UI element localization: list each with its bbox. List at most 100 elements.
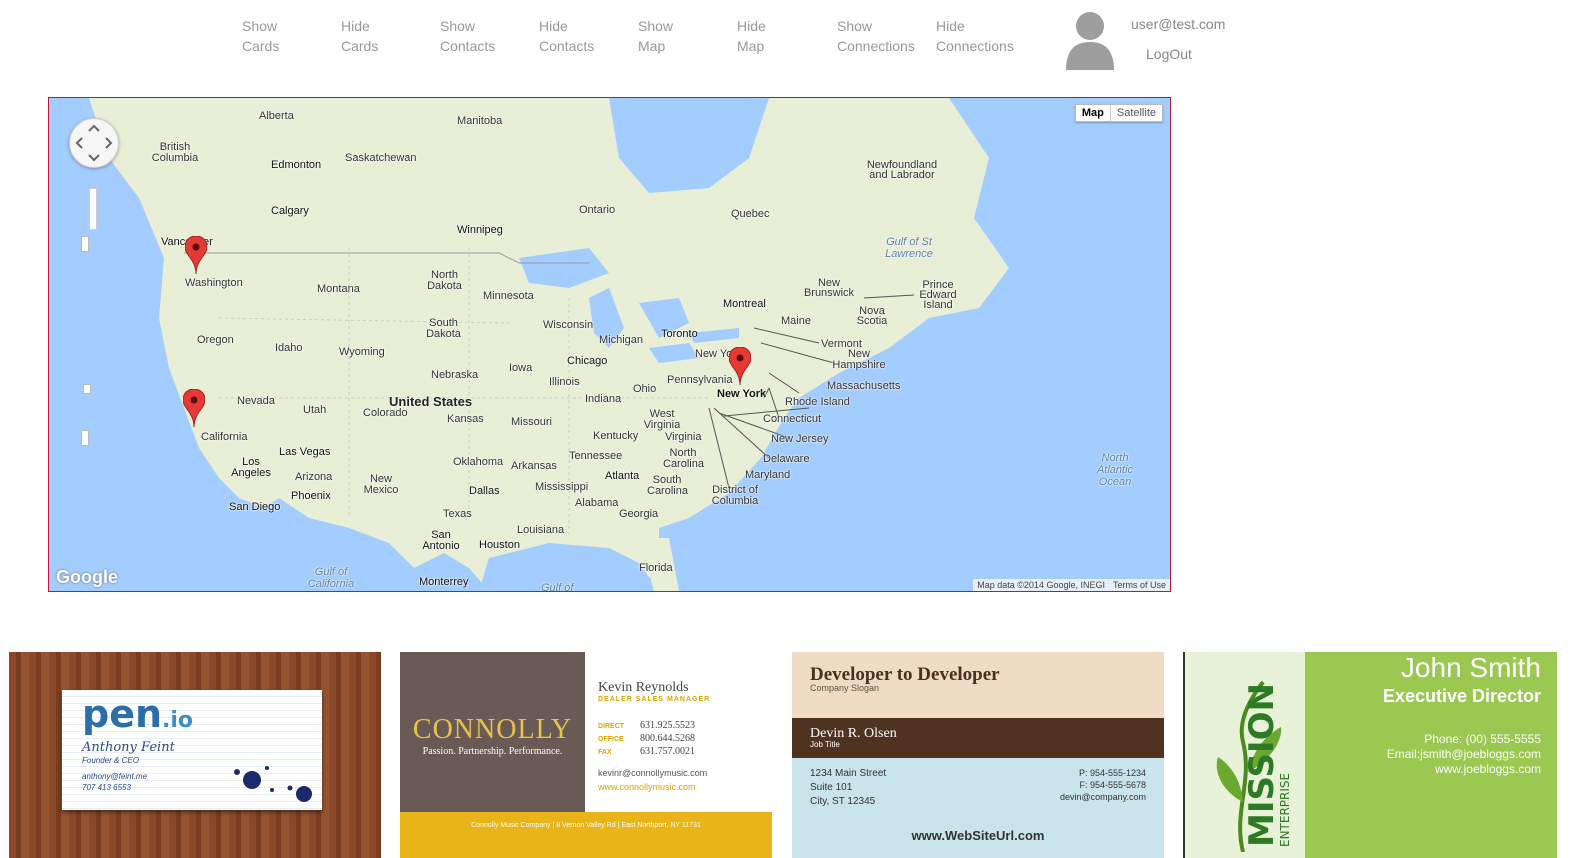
map-label: Nevada	[237, 395, 275, 407]
nav-line: Hide	[737, 18, 766, 34]
nav-line: Cards	[242, 38, 280, 54]
show-map-link[interactable]: Show Map	[638, 16, 728, 56]
nav-line: Hide	[539, 18, 568, 34]
nav-line: Show	[440, 18, 476, 34]
nav-line: Show	[242, 18, 278, 34]
zoom-slider[interactable]	[89, 188, 97, 230]
card-name: John Smith	[1400, 652, 1541, 683]
map-label: Alberta	[259, 110, 294, 122]
business-card-developer[interactable]: Developer to Developer Company Slogan De…	[792, 652, 1164, 858]
map-label: Ohio	[633, 383, 657, 395]
zoom-level-tick[interactable]	[83, 384, 91, 394]
map-label: New Mexico	[363, 473, 399, 496]
map-marker-icon[interactable]	[185, 236, 207, 274]
ink-splatter-icon	[234, 766, 312, 802]
terms-of-use-link[interactable]: Terms of Use	[1113, 580, 1166, 590]
business-card-pen[interactable]: pen.io Anthony Feint Founder & CEO antho…	[9, 652, 381, 858]
map-label: New Hampshire	[832, 348, 886, 371]
card-direct-row: DIRECT 631.925.5523	[598, 720, 695, 731]
card-email: devin@company.com	[1059, 792, 1146, 802]
card-office-row: OFFICE 800.644.5268	[598, 733, 695, 744]
map-label: San Antonio	[422, 529, 460, 552]
map-label: Kentucky	[593, 430, 639, 442]
map-label: Colorado	[363, 407, 408, 419]
direct-value: 631.925.5523	[640, 720, 695, 731]
map-label: Gulf of St Lawrence	[885, 236, 933, 260]
map-label: New Jersey	[771, 433, 829, 445]
map-label: Toronto	[661, 328, 698, 340]
map-label: Oregon	[197, 334, 234, 346]
map-label: Los Angeles	[231, 456, 271, 479]
map-marker-icon[interactable]	[729, 347, 751, 385]
card-job-title: Job Title	[810, 740, 840, 749]
map-label: Maryland	[745, 469, 791, 481]
map-label: Massachusetts	[827, 380, 901, 392]
map-label: Washington	[185, 277, 243, 289]
map-label: Mississippi	[535, 481, 589, 493]
map-label: Montreal	[723, 298, 766, 310]
hide-map-link[interactable]: Hide Map	[737, 16, 827, 56]
zoom-out-tick[interactable]	[81, 430, 89, 446]
card-phone: 707 413 6553	[82, 783, 131, 792]
map-label: Winnipeg	[457, 224, 503, 236]
fax-value: 631.757.0021	[640, 746, 695, 757]
nav-line: Show	[638, 18, 674, 34]
google-logo: Google	[56, 567, 118, 587]
show-connections-link[interactable]: Show Connections	[837, 16, 927, 56]
user-email: user@test.com	[1131, 16, 1226, 32]
map-label: Kansas	[447, 413, 484, 425]
map-label: Rhode Island	[785, 396, 850, 408]
map-type-map-button[interactable]: Map	[1076, 105, 1111, 121]
zoom-in-tick[interactable]	[81, 236, 89, 252]
card-address-line: City, ST 12345	[810, 796, 876, 807]
map-type-control: Map Satellite	[1074, 104, 1163, 122]
business-card-connolly[interactable]: CONNOLLY Passion. Partnership. Performan…	[400, 652, 772, 858]
show-cards-link[interactable]: Show Cards	[242, 16, 332, 56]
nav-line: Connections	[936, 38, 1014, 54]
card-fax: F: 954-555-5678	[1079, 780, 1146, 790]
card-title: Founder & CEO	[82, 756, 139, 765]
map-label: Prince Edward Island	[919, 279, 957, 311]
map-marker-icon[interactable]	[183, 389, 205, 427]
hide-cards-link[interactable]: Hide Cards	[341, 16, 431, 56]
map-label: North Carolina	[663, 447, 704, 470]
user-avatar-icon[interactable]	[1064, 8, 1116, 70]
map-label: North Dakota	[427, 269, 462, 292]
logout-link[interactable]: LogOut	[1146, 46, 1192, 62]
map-label: West Virginia	[643, 408, 681, 431]
map-label: Alabama	[575, 497, 619, 509]
hide-connections-link[interactable]: Hide Connections	[936, 16, 1026, 56]
map-label: South Dakota	[426, 317, 461, 340]
map-label: Monterrey	[419, 576, 469, 588]
hide-contacts-link[interactable]: Hide Contacts	[539, 16, 629, 56]
nav-line: Hide	[341, 18, 370, 34]
card-address-line: Suite 101	[810, 782, 853, 793]
map-label: Connecticut	[763, 413, 822, 425]
map-label: Arkansas	[511, 460, 557, 472]
map-label: Oklahoma	[453, 456, 504, 468]
nav-line: Cards	[341, 38, 379, 54]
map-label: New York	[717, 388, 767, 400]
pan-control[interactable]	[69, 118, 119, 168]
map-label: South Carolina	[647, 474, 688, 497]
map-label: Nebraska	[431, 369, 479, 381]
nav-line: Map	[638, 38, 666, 54]
office-label: OFFICE	[598, 736, 624, 743]
show-contacts-link[interactable]: Show Contacts	[440, 16, 530, 56]
map-label: California	[201, 431, 248, 443]
map-label: Louisiana	[517, 524, 565, 536]
card-phone: Phone: (00) 555-5555	[1424, 732, 1541, 746]
mission-logo-text: MISSION	[1242, 683, 1282, 847]
map-label: Gulf of California	[307, 566, 355, 590]
card-website: www.joebloggs.com	[1434, 762, 1541, 776]
map-label: Gulf of	[541, 582, 574, 592]
map-label: Dallas	[469, 485, 500, 497]
business-card-mission[interactable]: MISSION ENTERPRISE John Smith Executive …	[1183, 652, 1557, 858]
map-type-satellite-button[interactable]: Satellite	[1111, 105, 1162, 121]
card-website: www.WebSiteUrl.com	[911, 828, 1045, 843]
map-label: New Brunswick	[803, 277, 855, 299]
map-view[interactable]: Map Satellite Alberta Manitoba British C…	[48, 97, 1171, 592]
card-url: www.connollymusic.com	[598, 782, 696, 792]
nav-line: Contacts	[440, 38, 496, 54]
card-name: Kevin Reynolds	[598, 680, 689, 695]
